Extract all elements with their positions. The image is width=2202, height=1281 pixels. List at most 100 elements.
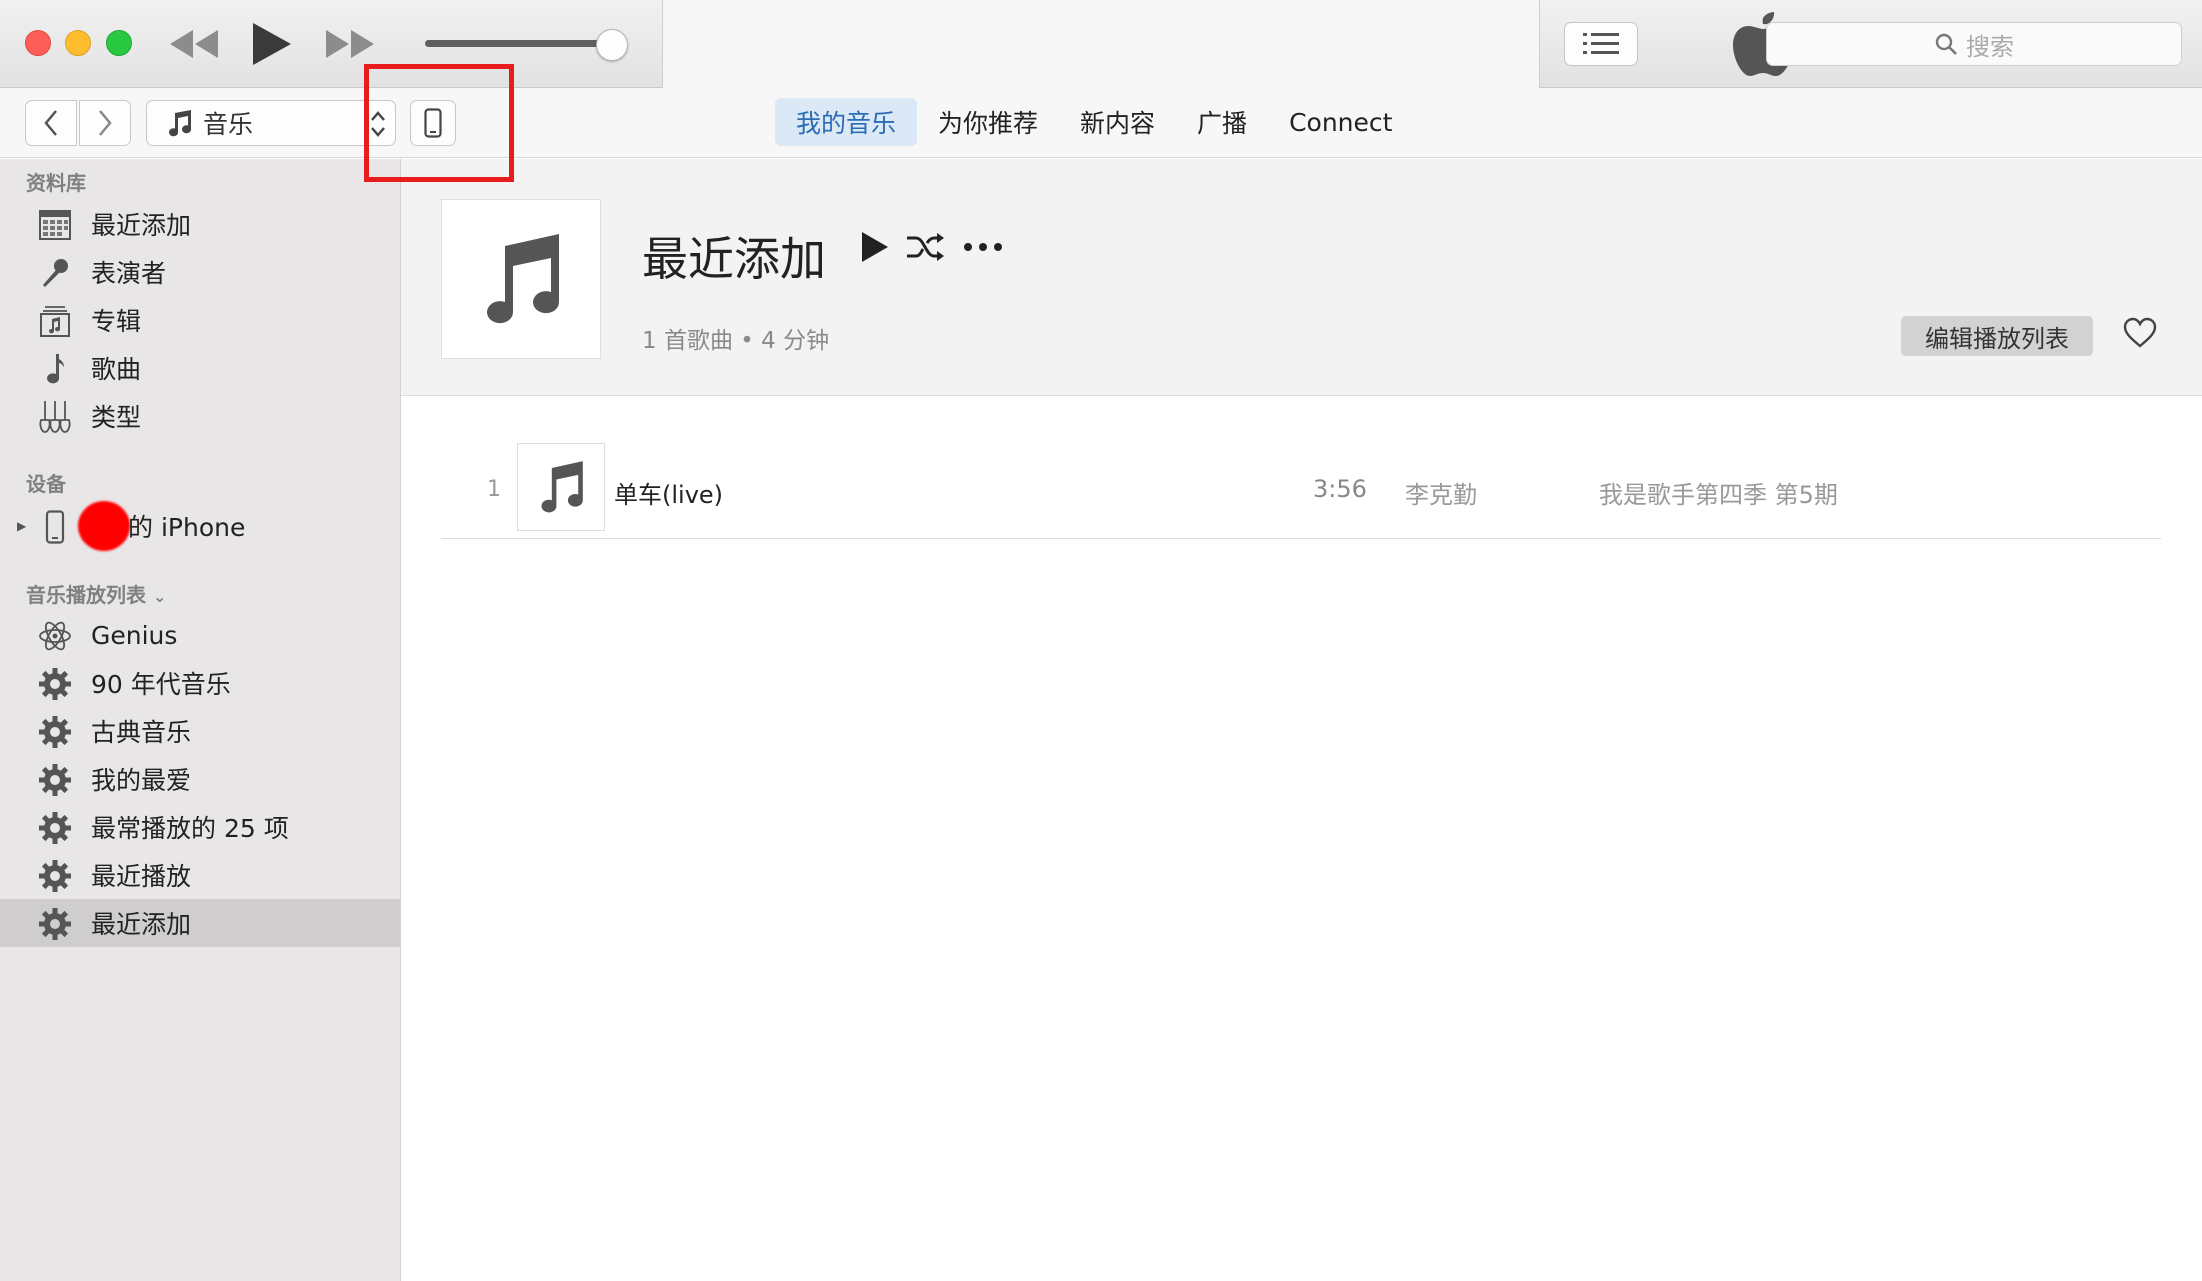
gear-icon: [38, 715, 72, 749]
sidebar-item-label: 古典音乐: [91, 718, 192, 747]
chevron-left-icon: [44, 110, 57, 136]
shuffle-icon: [907, 233, 944, 261]
ellipsis-icon: [964, 243, 1002, 251]
sidebar-item-label: 最近添加: [91, 910, 192, 939]
sidebar-item-top-25[interactable]: 最常播放的 25 项: [0, 803, 400, 851]
devices-section-title: 设备: [26, 472, 66, 496]
back-button[interactable]: [25, 100, 77, 146]
annotation-highlight-box: [364, 64, 514, 182]
track-album[interactable]: 我是歌手第四季 第5期: [1599, 475, 1838, 510]
love-button[interactable]: [2123, 317, 2157, 353]
play-button[interactable]: [244, 16, 296, 72]
disclosure-triangle-icon[interactable]: ▶: [17, 519, 26, 533]
sidebar-item-genres[interactable]: 类型: [0, 392, 400, 440]
chevron-down-icon: ⌄: [152, 587, 167, 606]
fast-forward-icon: [326, 30, 374, 58]
music-notes-icon: [541, 461, 583, 513]
tab-for-you[interactable]: 为你推荐: [917, 98, 1059, 146]
tab-connect[interactable]: Connect: [1268, 98, 1413, 146]
volume-slider-track[interactable]: [425, 40, 615, 47]
edit-playlist-button[interactable]: 编辑播放列表: [1901, 316, 2093, 356]
tab-new[interactable]: 新内容: [1059, 98, 1176, 146]
sidebar-item-artists[interactable]: 表演者: [0, 248, 400, 296]
calendar-grid-icon: [38, 208, 72, 242]
sidebar-item-classical-music[interactable]: 古典音乐: [0, 707, 400, 755]
gear-icon: [38, 667, 72, 701]
status-display: [662, 0, 1792, 88]
music-notes-icon: [487, 234, 560, 324]
music-note-icon: [169, 110, 192, 137]
sidebar: 资料库 最近添加 表演者 专辑 歌曲 类型 设备 ▶ 的 iPhone 音乐播放…: [0, 159, 401, 1281]
album-stack-icon: [38, 304, 72, 338]
playlists-section-title[interactable]: 音乐播放列表 ⌄: [26, 579, 166, 608]
playlist-artwork: [441, 199, 601, 359]
playlist-title: 最近添加: [642, 232, 826, 286]
playlists-section-label: 音乐播放列表: [26, 583, 146, 607]
table-row[interactable]: 1 单车(live) 3:56 李克勤 我是歌手第四季 第5期: [441, 443, 2161, 539]
close-window-button[interactable]: [25, 30, 51, 56]
playlist-summary: 1 首歌曲 • 4 分钟: [642, 328, 830, 354]
sidebar-item-label: 最常播放的 25 项: [91, 814, 289, 843]
volume-slider-knob[interactable]: [596, 29, 628, 61]
playlist-header: 最近添加 1 首歌曲 • 4 分钟 编辑播放列表: [401, 159, 2202, 396]
zoom-window-button[interactable]: [106, 30, 132, 56]
iphone-icon: [38, 510, 72, 544]
gear-icon: [38, 907, 72, 941]
genius-atom-icon: [38, 619, 72, 653]
sidebar-item-label: 90 年代音乐: [91, 670, 231, 699]
play-icon: [862, 232, 888, 262]
guitar-icon: [38, 400, 72, 434]
sidebar-item-label: 歌曲: [91, 355, 142, 384]
sidebar-item-songs[interactable]: 歌曲: [0, 344, 400, 392]
sidebar-item-recently-played[interactable]: 最近播放: [0, 851, 400, 899]
track-artist[interactable]: 李克勤: [1405, 475, 1477, 510]
track-title: 单车(live): [614, 481, 724, 509]
playlist-play-button[interactable]: [857, 227, 893, 267]
media-kind-selector[interactable]: 音乐: [146, 100, 396, 146]
sidebar-item-label: 的 iPhone: [128, 513, 246, 542]
microphone-icon: [38, 256, 72, 290]
sidebar-item-my-favorites[interactable]: 我的最爱: [0, 755, 400, 803]
music-note-icon: [38, 352, 72, 386]
sidebar-item-90s-music[interactable]: 90 年代音乐: [0, 659, 400, 707]
redacted-name-mark: [78, 501, 130, 551]
tab-my-music[interactable]: 我的音乐: [775, 98, 918, 146]
gear-icon: [38, 859, 72, 893]
sidebar-item-recently-added[interactable]: 最近添加: [0, 200, 400, 248]
gear-icon: [38, 811, 72, 845]
section-tabs: 我的音乐 为你推荐 新内容 广播 Connect: [775, 98, 1413, 146]
play-icon: [253, 23, 291, 65]
track-artwork: [517, 443, 605, 531]
sidebar-item-label: 专辑: [91, 307, 142, 336]
sidebar-item-genius[interactable]: Genius: [0, 611, 400, 659]
sidebar-item-iphone[interactable]: ▶ 的 iPhone: [0, 501, 400, 551]
title-bar: 搜索: [0, 0, 2202, 88]
sidebar-item-label: Genius: [91, 620, 178, 650]
forward-button[interactable]: [79, 100, 131, 146]
sidebar-item-label: 表演者: [91, 259, 167, 288]
search-field[interactable]: 搜索: [1766, 22, 2182, 66]
sidebar-item-recently-added-playlist[interactable]: 最近添加: [0, 899, 400, 947]
minimize-window-button[interactable]: [65, 30, 91, 56]
chevron-right-icon: [99, 110, 112, 136]
itunes-window: 搜索 音乐 我的音乐 为你推荐 新内容 广播 Connect 资料库 最近添加 …: [0, 0, 2202, 1281]
track-number: 1: [487, 477, 501, 502]
sidebar-item-label: 类型: [91, 403, 142, 432]
navigation-bar: 音乐 我的音乐 为你推荐 新内容 广播 Connect: [0, 88, 2202, 158]
sidebar-item-label: 最近播放: [91, 862, 192, 891]
search-placeholder: 搜索: [1966, 32, 2014, 61]
tab-radio[interactable]: 广播: [1176, 98, 1268, 146]
sidebar-item-label: 最近添加: [91, 211, 192, 240]
more-options-button[interactable]: [961, 227, 1005, 267]
rewind-button[interactable]: [166, 16, 222, 72]
up-next-button[interactable]: [1564, 22, 1638, 66]
gear-icon: [38, 763, 72, 797]
library-section-title: 资料库: [26, 171, 86, 195]
heart-icon: [2123, 317, 2157, 348]
sidebar-item-albums[interactable]: 专辑: [0, 296, 400, 344]
media-kind-label: 音乐: [203, 110, 254, 139]
track-duration: 3:56: [1313, 475, 1367, 503]
list-icon: [1583, 33, 1619, 54]
shuffle-button[interactable]: [905, 227, 945, 267]
sidebar-item-label: 我的最爱: [91, 766, 192, 795]
